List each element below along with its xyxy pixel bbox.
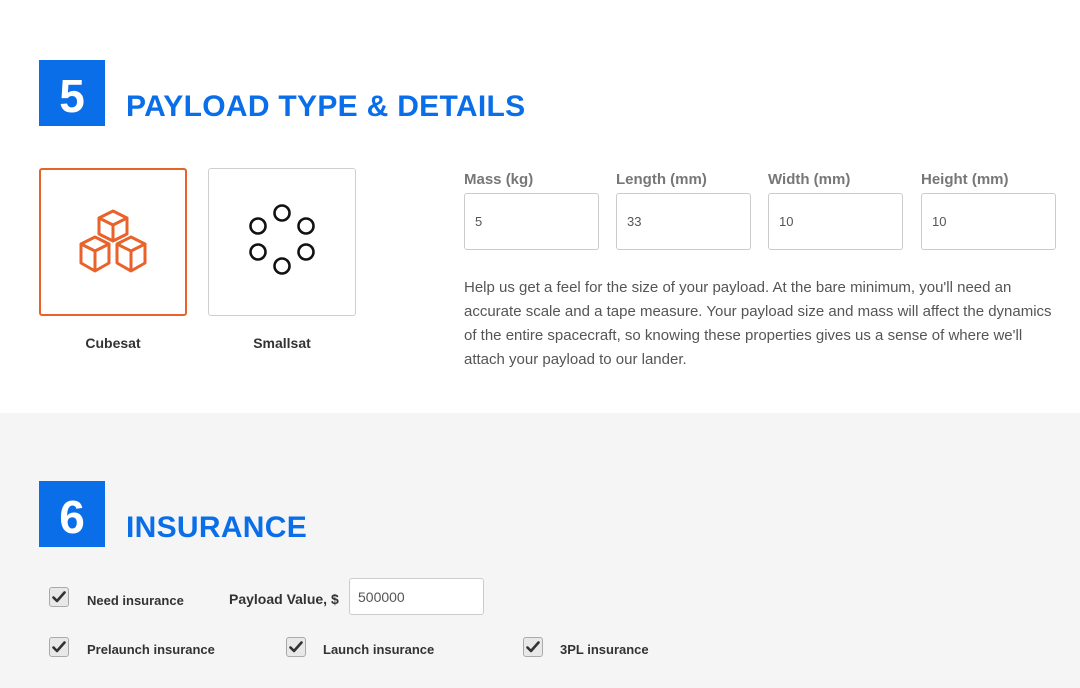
circles-icon: [249, 204, 315, 275]
checkmark-icon: [526, 641, 540, 653]
length-label: Length (mm): [616, 171, 707, 188]
launch-insurance-label: Launch insurance: [323, 642, 435, 657]
cubesat-label: Cubesat: [85, 335, 141, 351]
width-input[interactable]: [768, 193, 903, 250]
length-input[interactable]: [616, 193, 751, 250]
need-insurance-label: Need insurance: [87, 593, 184, 608]
checkmark-icon: [289, 641, 303, 653]
height-input[interactable]: [921, 193, 1056, 250]
section-title: INSURANCE: [126, 511, 308, 544]
section-number-badge: 6: [39, 481, 105, 547]
payload-value-label: Payload Value, $: [229, 591, 339, 607]
width-label: Width (mm): [768, 171, 851, 188]
prelaunch-insurance-checkbox[interactable]: [49, 637, 69, 657]
launch-insurance-checkbox[interactable]: [286, 637, 306, 657]
cubesat-option[interactable]: [39, 168, 187, 316]
section-number-badge: 5: [39, 60, 105, 126]
payload-section: 5 PAYLOAD TYPE & DETAILS Cubesat Smallsa…: [0, 0, 1080, 413]
payload-help-text: Help us get a feel for the size of your …: [464, 279, 1052, 368]
smallsat-label: Smallsat: [253, 335, 311, 351]
prelaunch-insurance-label: Prelaunch insurance: [87, 642, 215, 657]
3pl-insurance-checkbox[interactable]: [523, 637, 543, 657]
payload-value-input[interactable]: [349, 578, 484, 615]
smallsat-option[interactable]: [208, 168, 356, 316]
mass-input[interactable]: [464, 193, 599, 250]
cubes-icon: [79, 209, 147, 273]
checkmark-icon: [52, 641, 66, 653]
mass-label: Mass (kg): [464, 171, 534, 188]
height-label: Height (mm): [921, 171, 1009, 188]
checkmark-icon: [52, 591, 66, 603]
section-title: PAYLOAD TYPE & DETAILS: [126, 90, 526, 123]
need-insurance-checkbox[interactable]: [49, 587, 69, 607]
3pl-insurance-label: 3PL insurance: [560, 642, 649, 657]
